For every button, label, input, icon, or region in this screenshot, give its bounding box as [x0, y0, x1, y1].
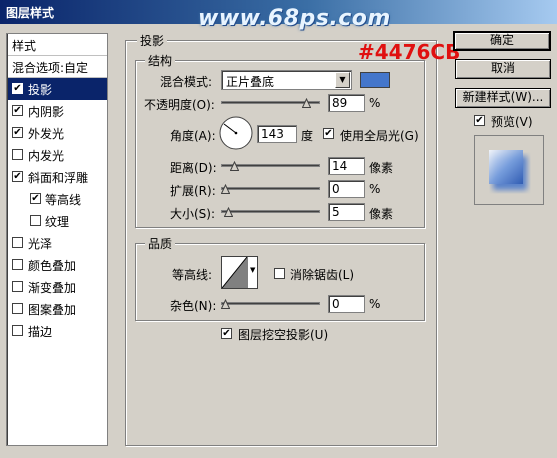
style-item[interactable]: ✔ 外发光	[8, 122, 107, 144]
new-style-button[interactable]: 新建样式(W)...	[455, 88, 551, 108]
style-item-label: 图案叠加	[28, 303, 77, 317]
noise-label: 杂色(N):	[170, 299, 217, 313]
style-item-label: 纹理	[45, 215, 70, 229]
style-item-label: 颜色叠加	[28, 259, 77, 273]
style-list-header-label: 样式	[12, 39, 37, 53]
style-item-checkbox[interactable]	[30, 215, 41, 226]
size-slider-track[interactable]	[221, 210, 320, 213]
style-item[interactable]: 图案叠加	[8, 298, 107, 320]
watermark: www.68ps.com	[198, 6, 391, 31]
noise-slider-thumb[interactable]	[221, 299, 230, 309]
style-item-checkbox[interactable]	[12, 325, 23, 336]
structure-title: 结构	[145, 52, 176, 69]
blend-options-item[interactable]: 混合选项:自定	[8, 56, 107, 78]
ok-button[interactable]: 确定	[453, 31, 551, 51]
chevron-down-icon: ▼	[250, 266, 256, 274]
style-item[interactable]: 纹理	[8, 210, 107, 232]
style-item-checkbox[interactable]	[12, 281, 23, 292]
angle-label: 角度(A):	[170, 129, 216, 143]
global-light-label: 使用全局光(G)	[340, 129, 419, 143]
global-light-checkbox[interactable]: ✔	[323, 128, 334, 139]
spread-label: 扩展(R):	[170, 184, 216, 198]
style-preview-thumbnail	[474, 135, 544, 205]
style-item-checkbox[interactable]	[12, 237, 23, 248]
angle-dial[interactable]	[218, 115, 254, 154]
style-item-label: 光泽	[28, 237, 53, 251]
style-item-checkbox[interactable]	[12, 149, 23, 160]
angle-input[interactable]: 143	[257, 125, 297, 143]
distance-input[interactable]: 14	[328, 157, 365, 175]
noise-unit: %	[369, 297, 381, 311]
style-item[interactable]: 内发光	[8, 144, 107, 166]
blend-mode-select[interactable]: 正片叠底 ▼	[221, 70, 352, 90]
drop-shadow-title: 投影	[137, 32, 168, 49]
style-item-checkbox[interactable]: ✔	[12, 127, 23, 138]
cancel-button[interactable]: 取消	[455, 59, 551, 79]
knockout-label: 图层挖空投影(U)	[238, 328, 329, 342]
preview-label: 预览(V)	[491, 115, 533, 129]
style-item-checkbox[interactable]: ✔	[12, 105, 23, 116]
style-item-checkbox[interactable]: ✔	[12, 83, 23, 94]
chevron-down-icon: ▼	[335, 72, 350, 88]
style-item-label: 斜面和浮雕	[28, 171, 89, 185]
style-item-label: 内发光	[28, 149, 65, 163]
color-hex-annotation: #4476CB	[358, 40, 461, 64]
style-item-label: 渐变叠加	[28, 281, 77, 295]
contour-picker[interactable]: ▼	[221, 256, 258, 289]
style-item[interactable]: 描边	[8, 320, 107, 342]
blend-mode-value: 正片叠底	[226, 75, 275, 89]
layer-style-dialog: 图层样式 www.68ps.com 样式 混合选项:自定 ✔ 投影 ✔ 内阴影 ✔ 外发光…	[0, 0, 557, 458]
style-item[interactable]: ✔ 投影	[8, 78, 107, 100]
style-list: 样式 混合选项:自定 ✔ 投影 ✔ 内阴影 ✔ 外发光内发光 ✔ 斜面和浮雕 ✔ 等高线纹理光泽颜…	[6, 33, 108, 446]
style-item-label: 投影	[28, 83, 53, 97]
spread-unit: %	[369, 182, 381, 196]
style-item[interactable]: ✔ 斜面和浮雕	[8, 166, 107, 188]
style-item[interactable]: 颜色叠加	[8, 254, 107, 276]
antialias-label: 消除锯齿(L)	[290, 268, 355, 282]
style-item-label: 内阴影	[28, 105, 65, 119]
style-item[interactable]: ✔ 内阴影	[8, 100, 107, 122]
style-item-checkbox[interactable]	[12, 303, 23, 314]
spread-slider-thumb[interactable]	[221, 184, 230, 194]
distance-unit: 像素	[369, 161, 394, 175]
style-list-header[interactable]: 样式	[8, 34, 107, 56]
opacity-label: 不透明度(O):	[144, 98, 215, 112]
style-item[interactable]: 光泽	[8, 232, 107, 254]
style-item[interactable]: ✔ 等高线	[8, 188, 107, 210]
blend-options-label: 混合选项:自定	[12, 61, 89, 75]
contour-label: 等高线:	[172, 268, 213, 282]
style-item-label: 等高线	[45, 193, 82, 207]
blend-mode-label: 混合模式:	[160, 75, 213, 89]
spread-input[interactable]: 0	[328, 180, 365, 198]
window-title: 图层样式	[6, 6, 55, 20]
size-slider-thumb[interactable]	[223, 207, 233, 217]
knockout-checkbox[interactable]: ✔	[221, 328, 232, 339]
size-unit: 像素	[369, 207, 394, 221]
preview-checkbox[interactable]: ✔	[474, 115, 485, 126]
style-item-checkbox[interactable]	[12, 259, 23, 270]
style-item[interactable]: 渐变叠加	[8, 276, 107, 298]
noise-slider-track[interactable]	[221, 302, 320, 305]
shadow-color-swatch[interactable]	[360, 72, 390, 88]
size-label: 大小(S):	[170, 207, 216, 221]
spread-slider-track[interactable]	[221, 187, 320, 190]
opacity-slider-thumb[interactable]	[301, 98, 311, 108]
size-input[interactable]: 5	[328, 203, 365, 221]
angle-unit: 度	[301, 129, 314, 143]
style-item-label: 描边	[28, 325, 53, 339]
distance-slider-thumb[interactable]	[230, 161, 240, 171]
opacity-input[interactable]: 89	[328, 94, 365, 112]
style-item-checkbox[interactable]: ✔	[12, 171, 23, 182]
contour-dropdown-toggle[interactable]: ▼	[247, 257, 257, 288]
style-item-label: 外发光	[28, 127, 65, 141]
opacity-unit: %	[369, 96, 381, 110]
antialias-checkbox[interactable]	[274, 268, 285, 279]
style-item-checkbox[interactable]: ✔	[30, 193, 41, 204]
noise-input[interactable]: 0	[328, 295, 365, 313]
quality-title: 品质	[145, 235, 176, 252]
distance-label: 距离(D):	[170, 161, 217, 175]
